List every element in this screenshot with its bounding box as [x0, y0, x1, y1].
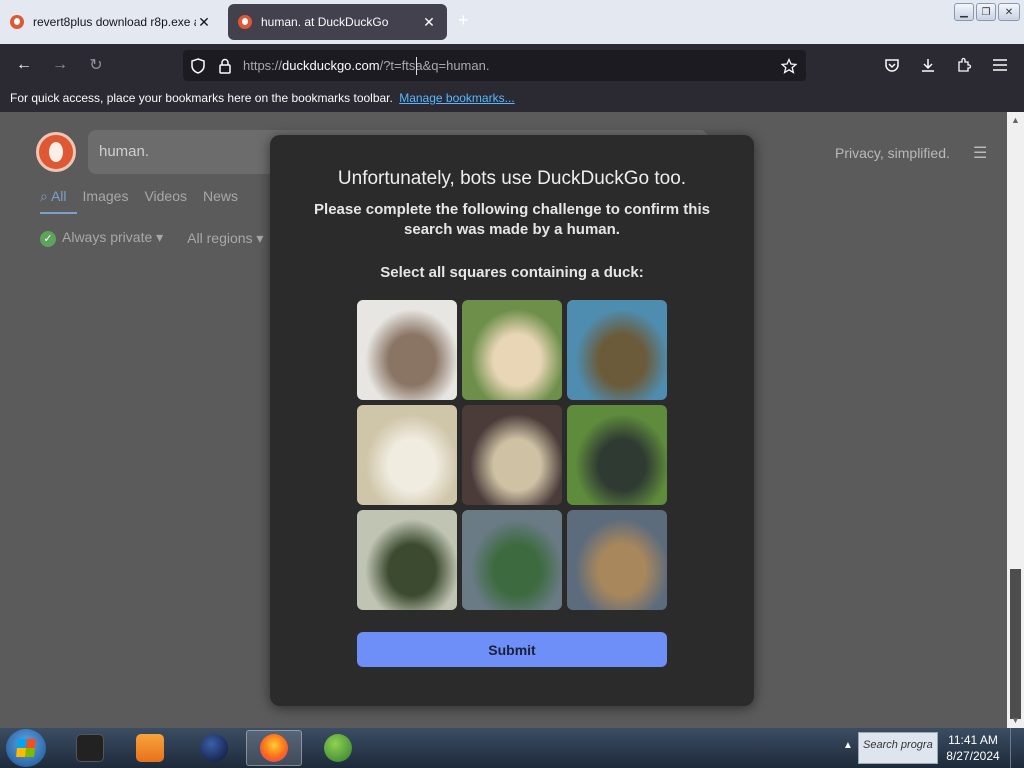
- search-verticals: ⌕ All Images Videos News: [40, 188, 238, 214]
- captcha-tile-8[interactable]: [462, 510, 562, 610]
- duckduckgo-logo[interactable]: [36, 132, 76, 172]
- app-menu-icon[interactable]: [989, 54, 1011, 76]
- text-cursor: [416, 57, 418, 75]
- tracking-protection-shield-icon[interactable]: [189, 57, 207, 75]
- captcha-tile-6[interactable]: [567, 405, 667, 505]
- minimize-button[interactable]: ▁: [954, 3, 974, 21]
- turtles-image: [357, 510, 457, 610]
- challenge-instruction: Select all squares containing a duck:: [380, 264, 644, 281]
- tab-all-label: All: [50, 188, 67, 204]
- tray-expand-icon[interactable]: ▲: [843, 740, 853, 751]
- tab-images[interactable]: Images: [83, 188, 129, 205]
- tab-all[interactable]: ⌕ All: [40, 188, 67, 205]
- reload-button[interactable]: ↻: [85, 54, 107, 76]
- back-button[interactable]: ←: [13, 54, 35, 76]
- bot-challenge-modal: Unfortunately, bots use DuckDuckGo too. …: [270, 135, 754, 706]
- wild-cat-image: [462, 405, 562, 505]
- taskbar-app-2[interactable]: [122, 730, 178, 766]
- tab-close-icon[interactable]: ✕: [421, 14, 437, 31]
- privacy-tagline: Privacy, simplified.: [835, 145, 950, 161]
- firefox-icon: [260, 734, 288, 762]
- manage-bookmarks-link[interactable]: Manage bookmarks...: [399, 91, 514, 105]
- captcha-tile-3[interactable]: [567, 300, 667, 400]
- captcha-tile-2[interactable]: [462, 300, 562, 400]
- region-filter[interactable]: All regions ▾: [187, 230, 263, 247]
- captcha-tile-7[interactable]: [357, 510, 457, 610]
- url-text[interactable]: https://duckduckgo.com/?t=ftsa&q=human.: [243, 58, 489, 73]
- taskbar-app-1[interactable]: [62, 730, 118, 766]
- restore-button[interactable]: ❐: [976, 3, 996, 21]
- clock-time: 11:41 AM: [948, 733, 998, 747]
- duck-resting-image: [567, 510, 667, 610]
- start-button[interactable]: [6, 729, 46, 767]
- duckduckgo-favicon-icon: [10, 15, 24, 29]
- window-controls: ▁ ❐ ✕: [954, 3, 1020, 21]
- desktop-screen: revert8plus download r8p.exe a ✕ human. …: [0, 0, 1024, 768]
- tab-revert8plus[interactable]: revert8plus download r8p.exe a ✕: [0, 4, 222, 40]
- captcha-tile-4[interactable]: [357, 405, 457, 505]
- globe-app-icon: [200, 734, 228, 762]
- terminal-app-icon: [76, 734, 104, 762]
- taskbar-app-5[interactable]: [310, 730, 366, 766]
- system-clock[interactable]: 11:41 AM 8/27/2024: [942, 732, 1004, 764]
- bookmark-star-icon[interactable]: [780, 57, 798, 75]
- tab-duckduckgo-active[interactable]: human. at DuckDuckGo ✕: [228, 4, 447, 40]
- taskbar-search-field[interactable]: Search progra: [858, 732, 938, 764]
- tab-title: revert8plus download r8p.exe a: [33, 15, 196, 29]
- tab-videos[interactable]: Videos: [144, 188, 187, 205]
- page-scrollbar[interactable]: ▲ ▼: [1007, 112, 1024, 728]
- url-scheme: https://: [243, 58, 283, 73]
- ducklings-on-water-image: [567, 300, 667, 400]
- address-bar[interactable]: https://duckduckgo.com/?t=ftsa&q=human.: [183, 50, 806, 81]
- extensions-icon[interactable]: [953, 54, 975, 76]
- navigation-toolbar: ← → ↻ https://duckduckgo.com/?t=ftsa&q=h…: [0, 44, 1024, 86]
- monkey-image: [567, 405, 667, 505]
- lock-icon[interactable]: [216, 57, 234, 75]
- submit-button[interactable]: Submit: [357, 632, 667, 667]
- menu-icon[interactable]: ☰: [973, 143, 987, 163]
- clock-date: 8/27/2024: [946, 749, 1000, 763]
- bookmarks-toolbar: For quick access, place your bookmarks h…: [0, 86, 1024, 112]
- polar-bear-image: [357, 405, 457, 505]
- pocket-icon[interactable]: [881, 54, 903, 76]
- bookmarks-hint: For quick access, place your bookmarks h…: [10, 91, 393, 105]
- scroll-up-icon[interactable]: ▲: [1010, 115, 1021, 125]
- captcha-tile-5[interactable]: [462, 405, 562, 505]
- download-manager-icon: [324, 734, 352, 762]
- taskbar-firefox[interactable]: [246, 730, 302, 766]
- owl-image: [462, 300, 562, 400]
- safe-search-label: Always private ▾: [62, 229, 164, 245]
- hyena-cub-image: [357, 300, 457, 400]
- scrollbar-thumb[interactable]: [1010, 569, 1021, 719]
- url-path: /?t=ftsa&q=human.: [379, 58, 490, 73]
- windows-logo-icon: [16, 739, 36, 757]
- active-tab-indicator: [40, 212, 77, 214]
- captcha-tile-9[interactable]: [567, 510, 667, 610]
- captcha-tile-1[interactable]: [357, 300, 457, 400]
- scroll-down-icon[interactable]: ▼: [1010, 715, 1021, 725]
- taskbar-app-3[interactable]: [186, 730, 242, 766]
- new-tab-button[interactable]: +: [458, 10, 469, 31]
- windows-taskbar: ▲ Search progra 11:41 AM 8/27/2024: [0, 728, 1024, 768]
- downloads-icon[interactable]: [917, 54, 939, 76]
- forward-button[interactable]: →: [49, 54, 71, 76]
- close-window-button[interactable]: ✕: [998, 3, 1020, 21]
- modal-subtitle: Please complete the following challenge …: [314, 201, 710, 238]
- captcha-image-grid: [357, 300, 667, 610]
- browser-tab-strip: revert8plus download r8p.exe a ✕ human. …: [0, 0, 1024, 44]
- search-filters: ✓ Always private ▾ All regions ▾: [40, 229, 263, 247]
- search-icon: ⌕: [40, 188, 48, 204]
- tab-news[interactable]: News: [203, 188, 238, 205]
- duckduckgo-favicon-icon: [238, 15, 252, 29]
- safe-search-filter[interactable]: ✓ Always private ▾: [40, 229, 163, 247]
- modal-title: Unfortunately, bots use DuckDuckGo too.: [337, 168, 687, 189]
- tab-title: human. at DuckDuckGo: [261, 15, 389, 29]
- show-desktop-button[interactable]: [1010, 728, 1024, 768]
- tab-close-icon[interactable]: ✕: [196, 14, 212, 31]
- mallard-ducks-image: [462, 510, 562, 610]
- checkmark-icon: ✓: [40, 231, 56, 247]
- media-player-icon: [136, 734, 164, 762]
- url-domain: duckduckgo.com: [282, 58, 380, 73]
